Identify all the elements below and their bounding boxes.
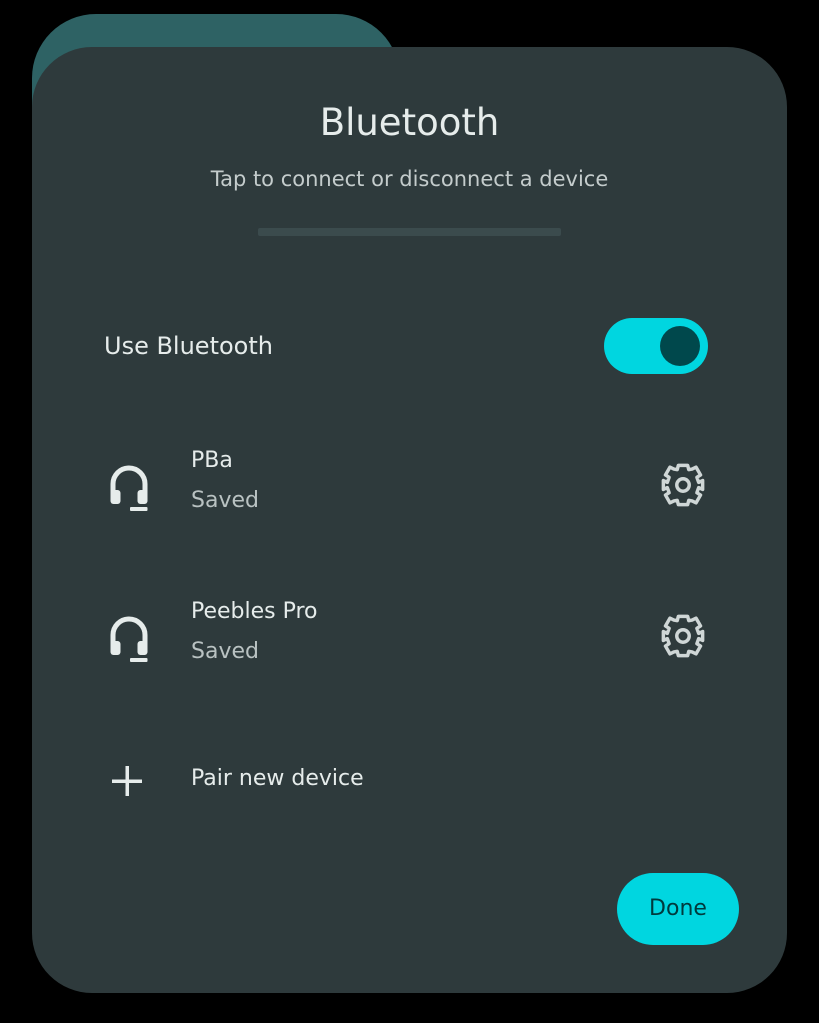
bluetooth-toggle-switch[interactable] — [604, 318, 708, 374]
device-status: Saved — [191, 639, 259, 664]
headset-icon — [110, 465, 148, 511]
device-name: Peebles Pro — [191, 599, 318, 624]
device-status: Saved — [191, 488, 259, 513]
device-name: PBa — [191, 448, 233, 473]
device-row[interactable]: Peebles Pro Saved — [104, 591, 708, 683]
pair-new-device-row[interactable]: Pair new device — [104, 756, 708, 804]
device-row[interactable]: PBa Saved — [104, 440, 708, 532]
gear-icon[interactable] — [660, 462, 706, 508]
done-button[interactable]: Done — [617, 873, 739, 945]
use-bluetooth-row[interactable]: Use Bluetooth — [104, 318, 708, 374]
dialog-title: Bluetooth — [319, 101, 500, 144]
gear-icon[interactable] — [660, 613, 706, 659]
pair-new-device-label: Pair new device — [191, 766, 364, 791]
use-bluetooth-label: Use Bluetooth — [104, 332, 273, 360]
dialog-subtitle: Tap to connect or disconnect a device — [210, 167, 609, 191]
plus-icon — [112, 766, 142, 796]
toggle-thumb — [660, 326, 700, 366]
headset-icon — [110, 616, 148, 662]
scan-progress-track — [258, 228, 561, 236]
